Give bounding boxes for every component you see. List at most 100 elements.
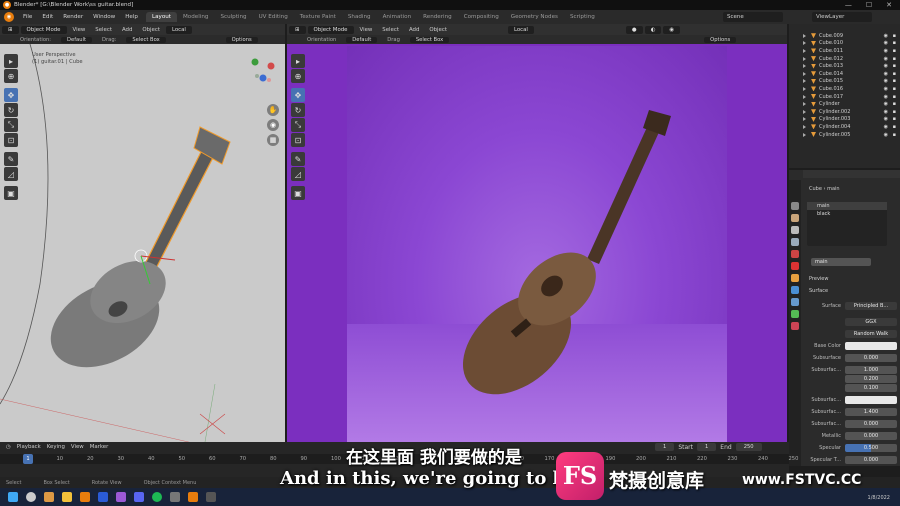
close-button[interactable]: ✕	[886, 1, 892, 9]
render-camera-icon[interactable]: ▪	[893, 56, 896, 62]
menu-render[interactable]: Render	[58, 14, 88, 20]
select-tool-icon[interactable]: ▸	[291, 54, 305, 68]
render-tab-icon[interactable]	[791, 214, 799, 222]
outliner-row[interactable]: Cylinder.004 ◉ ▪	[789, 123, 900, 131]
transform-tool-icon[interactable]: ⊡	[4, 133, 18, 147]
left-editor-type-button[interactable]: ⊞	[2, 25, 19, 34]
blender-taskbar-icon-2[interactable]	[188, 492, 198, 502]
visibility-eye-icon[interactable]: ◉	[884, 56, 888, 62]
timeline-editor-type-icon[interactable]: ◷	[6, 444, 11, 450]
visibility-eye-icon[interactable]: ◉	[884, 71, 888, 77]
start-frame-field[interactable]: 1	[696, 443, 717, 451]
visibility-eye-icon[interactable]: ◉	[884, 124, 888, 130]
grid-view-icon[interactable]: ▦	[267, 134, 279, 146]
left-3d-viewport[interactable]: ⊞ Object Mode View Select Add Object Loc…	[0, 24, 285, 442]
shading-material-icon[interactable]: ◐	[644, 25, 662, 34]
outliner-row[interactable]: Cube.017 ◉ ▪	[789, 93, 900, 101]
shading-solid-icon[interactable]: ●	[625, 25, 643, 34]
subsurface-radius-x[interactable]: 1.000	[845, 366, 897, 374]
right-3d-viewport-rendered[interactable]: ⊞ Object Mode View Select Add Object Loc…	[287, 24, 787, 442]
left-mode-dropdown[interactable]: Object Mode	[20, 25, 67, 34]
visibility-eye-icon[interactable]: ◉	[884, 48, 888, 54]
left-orientation-dropdown[interactable]: Default	[61, 36, 93, 43]
left-menu-add[interactable]: Add	[118, 27, 136, 33]
tool-tab-icon[interactable]	[791, 202, 799, 210]
menu-help[interactable]: Help	[120, 14, 143, 20]
outliner-row[interactable]: Cylinder.002 ◉ ▪	[789, 108, 900, 116]
rotate-tool-icon[interactable]: ↻	[4, 103, 18, 117]
right-menu-object[interactable]: Object	[425, 27, 451, 33]
left-options-dropdown[interactable]: Options	[225, 36, 258, 43]
right-drag-dropdown[interactable]: Select Box	[409, 36, 450, 43]
render-camera-icon[interactable]: ▪	[893, 124, 896, 130]
surface-shader-field[interactable]: Principled B...	[845, 302, 897, 310]
distribution-dropdown[interactable]: GGX	[845, 318, 897, 326]
tab-scripting[interactable]: Scripting	[564, 12, 601, 22]
preview-section-header[interactable]: Preview	[809, 276, 828, 282]
left-menu-select[interactable]: Select	[91, 27, 116, 33]
right-mode-dropdown[interactable]: Object Mode	[307, 25, 354, 34]
output-tab-icon[interactable]	[791, 226, 799, 234]
left-menu-view[interactable]: View	[69, 27, 90, 33]
material-slot-item[interactable]: main	[807, 202, 887, 210]
menu-window[interactable]: Window	[88, 14, 120, 20]
outliner-row[interactable]: Cube.016 ◉ ▪	[789, 85, 900, 93]
material-tab-icon[interactable]	[791, 322, 799, 330]
right-editor-type-button[interactable]: ⊞	[289, 25, 306, 34]
scale-tool-icon[interactable]: ⤡	[291, 118, 305, 132]
playhead[interactable]: 1	[23, 454, 33, 464]
view-layer-tab-icon[interactable]	[791, 238, 799, 246]
outliner-row[interactable]: Cube.015 ◉ ▪	[789, 78, 900, 86]
select-tool-icon[interactable]: ▸	[4, 54, 18, 68]
subsurface-field[interactable]: 0.000	[845, 354, 897, 362]
right-orientation-dropdown[interactable]: Default	[346, 36, 378, 43]
subsurface-radius-z[interactable]: 0.100	[845, 384, 897, 392]
end-frame-field[interactable]: 250	[735, 443, 762, 451]
outliner-row[interactable]: Cube.012 ◉ ▪	[789, 55, 900, 63]
surface-section-header[interactable]: Surface	[809, 288, 828, 294]
render-camera-icon[interactable]: ▪	[893, 94, 896, 100]
outliner-row[interactable]: Cylinder.005 ◉ ▪	[789, 131, 900, 139]
visibility-eye-icon[interactable]: ◉	[884, 78, 888, 84]
left-menu-object[interactable]: Object	[138, 27, 164, 33]
object-tab-icon[interactable]	[791, 274, 799, 282]
photoshop-icon[interactable]	[98, 492, 108, 502]
move-tool-icon[interactable]: ✥	[4, 88, 18, 102]
spotify-icon[interactable]	[152, 492, 162, 502]
timeline-menu-playback[interactable]: Playback	[17, 444, 41, 450]
visibility-eye-icon[interactable]: ◉	[884, 86, 888, 92]
outliner-row[interactable]: Cube.010 ◉ ▪	[789, 40, 900, 48]
premiere-icon[interactable]	[116, 492, 126, 502]
right-transform-orientation[interactable]: Local	[507, 25, 534, 34]
tab-modeling[interactable]: Modeling	[177, 12, 214, 22]
cursor-tool-icon[interactable]: ⊕	[4, 69, 18, 83]
subsurface-method-dropdown[interactable]: Random Walk	[845, 330, 897, 338]
specular-field[interactable]: 0.500	[845, 444, 897, 452]
tab-animation[interactable]: Animation	[377, 12, 418, 22]
timeline-menu-view[interactable]: View	[71, 444, 84, 450]
render-camera-icon[interactable]: ▪	[893, 101, 896, 107]
tab-uv-editing[interactable]: UV Editing	[253, 12, 294, 22]
render-camera-icon[interactable]: ▪	[893, 33, 896, 39]
properties-search-bar[interactable]	[803, 170, 900, 178]
measure-tool-icon[interactable]: ◿	[4, 167, 18, 181]
base-color-field[interactable]	[845, 342, 897, 350]
timeline-menu-keying[interactable]: Keying	[47, 444, 65, 450]
visibility-eye-icon[interactable]: ◉	[884, 94, 888, 100]
render-camera-icon[interactable]: ▪	[893, 109, 896, 115]
tab-shading[interactable]: Shading	[342, 12, 377, 22]
subsurface-radius-y[interactable]: 0.200	[845, 375, 897, 383]
tab-geometry-nodes[interactable]: Geometry Nodes	[505, 12, 564, 22]
visibility-eye-icon[interactable]: ◉	[884, 132, 888, 138]
tab-layout[interactable]: Layout	[145, 12, 177, 22]
transform-tool-icon[interactable]: ⊡	[291, 133, 305, 147]
obs-icon[interactable]	[206, 492, 216, 502]
modifier-tab-icon[interactable]	[791, 286, 799, 294]
current-frame-field[interactable]: 1	[655, 443, 675, 451]
left-drag-dropdown[interactable]: Select Box	[126, 36, 166, 43]
render-camera-icon[interactable]: ▪	[893, 40, 896, 46]
blender-taskbar-icon[interactable]	[80, 492, 90, 502]
chrome-icon[interactable]	[44, 492, 54, 502]
timeline-menu-marker[interactable]: Marker	[90, 444, 109, 450]
material-slot-item[interactable]: black	[807, 210, 887, 218]
